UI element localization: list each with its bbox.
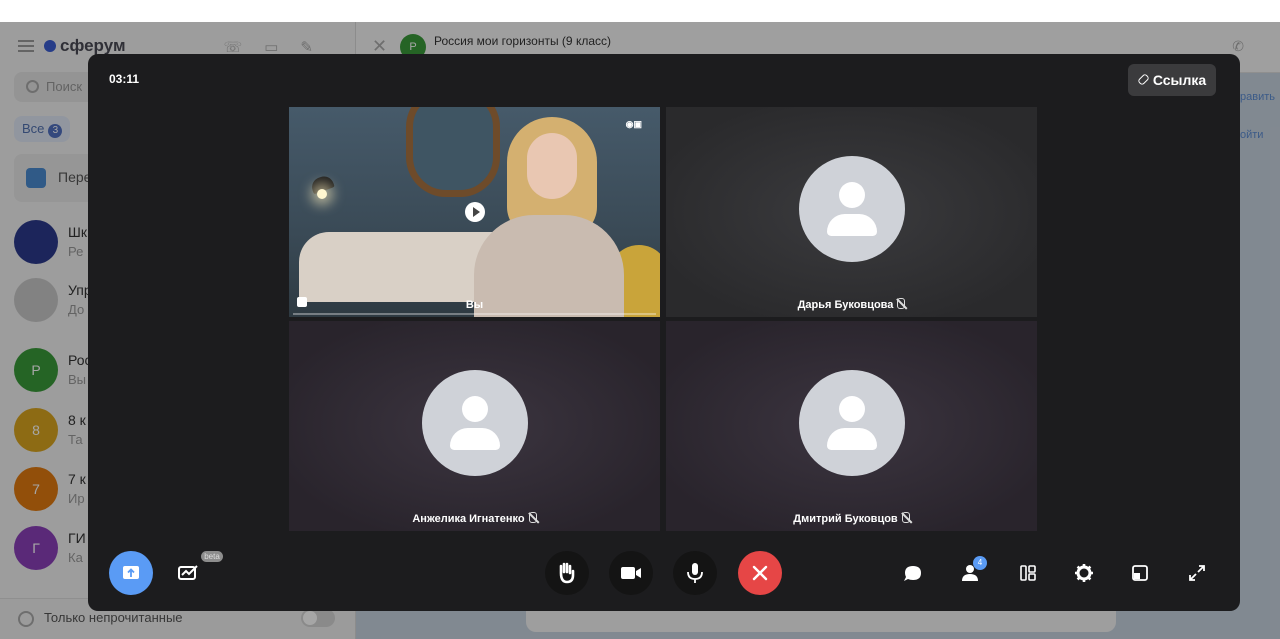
participant-name: Вы bbox=[465, 299, 484, 311]
play-icon[interactable] bbox=[465, 202, 485, 222]
participant-avatar bbox=[799, 370, 905, 476]
settings-button[interactable] bbox=[1069, 558, 1099, 588]
participant-tile[interactable]: Дарья Буковцова bbox=[666, 107, 1037, 317]
screen-share-button[interactable] bbox=[109, 551, 153, 595]
close-icon bbox=[752, 565, 768, 581]
mic-off-icon bbox=[897, 298, 906, 309]
chat-bubble-icon bbox=[904, 566, 921, 581]
whiteboard-icon bbox=[178, 565, 198, 580]
beta-badge: beta bbox=[201, 551, 223, 562]
video-progress-bar[interactable] bbox=[293, 313, 656, 315]
participant-avatar bbox=[422, 370, 528, 476]
participant-tile[interactable]: Дмитрий Буковцов bbox=[666, 321, 1037, 531]
video-lamp-glow bbox=[317, 189, 327, 199]
chat-button[interactable] bbox=[898, 558, 928, 588]
raise-hand-icon bbox=[559, 562, 575, 584]
participant-tile-self[interactable]: ◉▣ Вы bbox=[289, 107, 660, 317]
video-wall-mirror bbox=[406, 107, 500, 197]
whiteboard-button[interactable] bbox=[173, 558, 203, 588]
link-icon bbox=[1136, 73, 1150, 86]
participant-avatar bbox=[799, 156, 905, 262]
video-person-face bbox=[527, 133, 577, 199]
copy-link-button[interactable]: Ссылка bbox=[1128, 64, 1216, 96]
raise-hand-button[interactable] bbox=[545, 551, 589, 595]
microphone-button[interactable] bbox=[673, 551, 717, 595]
layout-button[interactable] bbox=[1013, 558, 1043, 588]
gear-icon bbox=[1075, 564, 1093, 582]
participants-count-badge: 4 bbox=[973, 556, 987, 570]
mic-off-icon bbox=[528, 512, 537, 523]
camera-icon bbox=[621, 567, 641, 579]
call-timer: 03:11 bbox=[109, 72, 140, 86]
participant-tile[interactable]: Анжелика Игнатенко bbox=[289, 321, 660, 531]
fullscreen-button[interactable] bbox=[1182, 558, 1212, 588]
participant-name: Анжелика Игнатенко bbox=[412, 513, 525, 525]
microphone-icon bbox=[687, 563, 703, 583]
link-label: Ссылка bbox=[1152, 72, 1207, 88]
end-call-button[interactable] bbox=[738, 551, 782, 595]
participant-name: Дарья Буковцова bbox=[797, 299, 894, 311]
call-window: 03:11 Ссылка ◉▣ Вы Дарья Буковцова Анжел… bbox=[88, 54, 1240, 611]
mic-off-icon bbox=[901, 512, 910, 523]
grid-layout-icon bbox=[1020, 565, 1036, 581]
participant-name: Дмитрий Буковцов bbox=[793, 513, 898, 525]
camera-button[interactable] bbox=[609, 551, 653, 595]
minimize-window-button[interactable] bbox=[1125, 558, 1155, 588]
picture-in-picture-icon bbox=[1132, 565, 1148, 581]
video-source-icon: ◉▣ bbox=[625, 119, 642, 129]
screen-share-icon bbox=[123, 566, 139, 579]
expand-icon bbox=[1189, 565, 1205, 581]
